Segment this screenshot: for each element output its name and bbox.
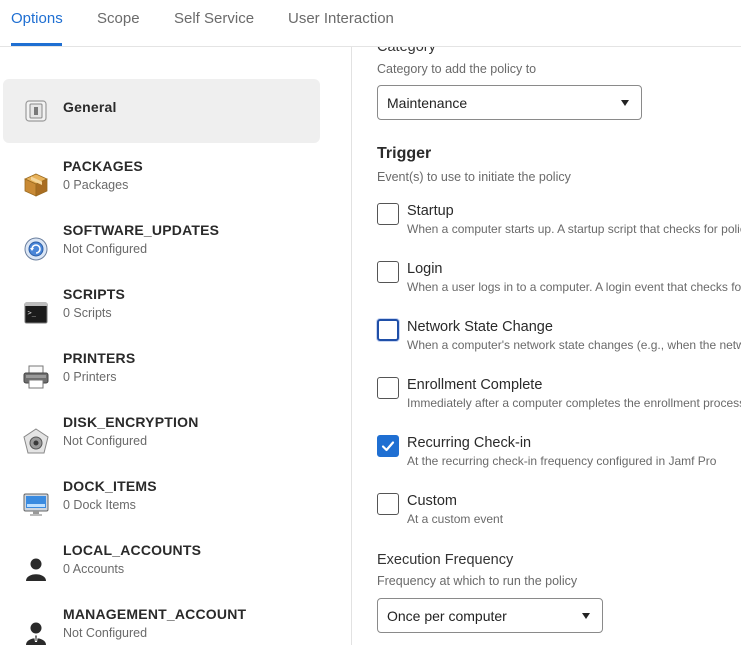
package-icon [23, 172, 49, 198]
sidebar-item-subtitle: 0 Dock Items [63, 498, 136, 512]
tab-self-service[interactable]: Self Service [174, 10, 254, 27]
svg-text:>_: >_ [28, 309, 37, 317]
sidebar-item-title: LOCAL_ACCOUNTS [63, 542, 202, 558]
sidebar-item-title: DOCK_ITEMS [63, 478, 157, 494]
sidebar-item-subtitle: 0 Packages [63, 178, 129, 192]
caret-down-icon [621, 100, 629, 106]
category-description: Category to add the policy to [377, 62, 537, 76]
trigger-label: Recurring Check-in [407, 435, 532, 451]
sidebar-item-subtitle: 0 Scripts [63, 306, 112, 320]
sidebar-item-printers[interactable]: PRINTERS 0 Printers [3, 345, 320, 409]
active-tab-indicator [11, 43, 62, 46]
sidebar-item-title: SCRIPTS [63, 286, 126, 302]
sidebar-item-title: General [63, 99, 117, 115]
trigger-option-enrollment-complete: Enrollment Complete Immediately after a … [377, 377, 741, 417]
category-select[interactable]: Maintenance [377, 85, 642, 120]
trigger-description: Event(s) to use to initiate the policy [377, 170, 571, 184]
trigger-description-text: At a custom event [407, 512, 504, 526]
trigger-description-text: Immediately after a computer completes t… [407, 396, 741, 410]
sidebar-item-local-accounts[interactable]: LOCAL_ACCOUNTS 0 Accounts [3, 537, 320, 601]
recurring-check-in-checkbox[interactable] [377, 435, 399, 457]
sidebar-item-subtitle: 0 Printers [63, 370, 117, 384]
trigger-description-text: When a computer starts up. A startup scr… [407, 222, 741, 236]
trigger-option-network-state-change: Network State Change When a computer's n… [377, 319, 741, 359]
sidebar-item-title: PACKAGES [63, 158, 143, 174]
sidebar-item-dock-items[interactable]: DOCK_ITEMS 0 Dock Items [3, 473, 320, 537]
general-icon [23, 98, 49, 124]
sidebar-item-subtitle: Not Configured [63, 434, 148, 448]
sidebar-item-title: DISK_ENCRYPTION [63, 414, 199, 430]
sidebar-item-subtitle: Not Configured [63, 626, 148, 640]
sidebar-item-packages[interactable]: PACKAGES 0 Packages [3, 153, 320, 217]
category-select-value: Maintenance [387, 95, 468, 111]
user-silhouette-icon [23, 556, 49, 582]
trigger-option-login: Login When a user logs in to a computer.… [377, 261, 741, 301]
terminal-icon: >_ [23, 300, 49, 326]
tab-scope[interactable]: Scope [97, 10, 140, 27]
network-state-change-checkbox[interactable] [377, 319, 399, 341]
startup-checkbox[interactable] [377, 203, 399, 225]
execution-frequency-description: Frequency at which to run the policy [377, 574, 578, 588]
caret-down-icon [582, 613, 590, 619]
disk-encryption-icon [23, 428, 49, 454]
trigger-description-text: When a user logs in to a computer. A log… [407, 280, 741, 294]
sidebar-item-title: MANAGEMENT_ACCOUNT [63, 606, 247, 622]
execution-frequency-select-value: Once per computer [387, 608, 507, 624]
category-heading: Category [377, 47, 436, 55]
sidebar-item-disk-encryption[interactable]: DISK_ENCRYPTION Not Configured [3, 409, 320, 473]
trigger-label: Enrollment Complete [407, 377, 543, 393]
enrollment-complete-checkbox[interactable] [377, 377, 399, 399]
sidebar-item-software-updates[interactable]: SOFTWARE_UPDATES Not Configured [3, 217, 320, 281]
trigger-heading: Trigger [377, 145, 432, 162]
software-update-icon [23, 236, 49, 262]
trigger-label: Custom [407, 493, 457, 509]
checkmark-icon [381, 441, 395, 452]
sidebar-item-general[interactable]: General [3, 79, 320, 143]
trigger-description-text: When a computer's network state changes … [407, 338, 741, 352]
trigger-label: Network State Change [407, 319, 553, 335]
sidebar-item-management-account[interactable]: MANAGEMENT_ACCOUNT Not Configured [3, 601, 320, 645]
sidebar-item-title: SOFTWARE_UPDATES [63, 222, 220, 238]
execution-frequency-heading: Execution Frequency [377, 552, 514, 568]
tab-options[interactable]: Options [11, 10, 63, 27]
trigger-description-text: At the recurring check-in frequency conf… [407, 454, 717, 468]
custom-checkbox[interactable] [377, 493, 399, 515]
options-sidebar: General PACKAGES 0 Packages SOFTWARE_UPD… [0, 47, 352, 645]
sidebar-item-subtitle: Not Configured [63, 242, 148, 256]
login-checkbox[interactable] [377, 261, 399, 283]
monitor-icon [23, 492, 49, 518]
trigger-label: Login [407, 261, 443, 277]
sidebar-item-scripts[interactable]: >_ SCRIPTS 0 Scripts [3, 281, 320, 345]
trigger-option-recurring-check-in: Recurring Check-in At the recurring chec… [377, 435, 741, 475]
general-settings-pane: Category Category to add the policy to M… [353, 47, 741, 645]
trigger-option-startup: Startup When a computer starts up. A sta… [377, 203, 741, 243]
tab-bar: Options Scope Self Service User Interact… [0, 0, 741, 47]
execution-frequency-select[interactable]: Once per computer [377, 598, 603, 633]
printer-icon [23, 364, 49, 390]
trigger-option-custom: Custom At a custom event [377, 493, 741, 533]
sidebar-item-subtitle: 0 Accounts [63, 562, 125, 576]
trigger-label: Startup [407, 203, 454, 219]
sidebar-item-title: PRINTERS [63, 350, 136, 366]
tab-user-interaction[interactable]: User Interaction [288, 10, 394, 27]
admin-user-icon [23, 620, 49, 645]
